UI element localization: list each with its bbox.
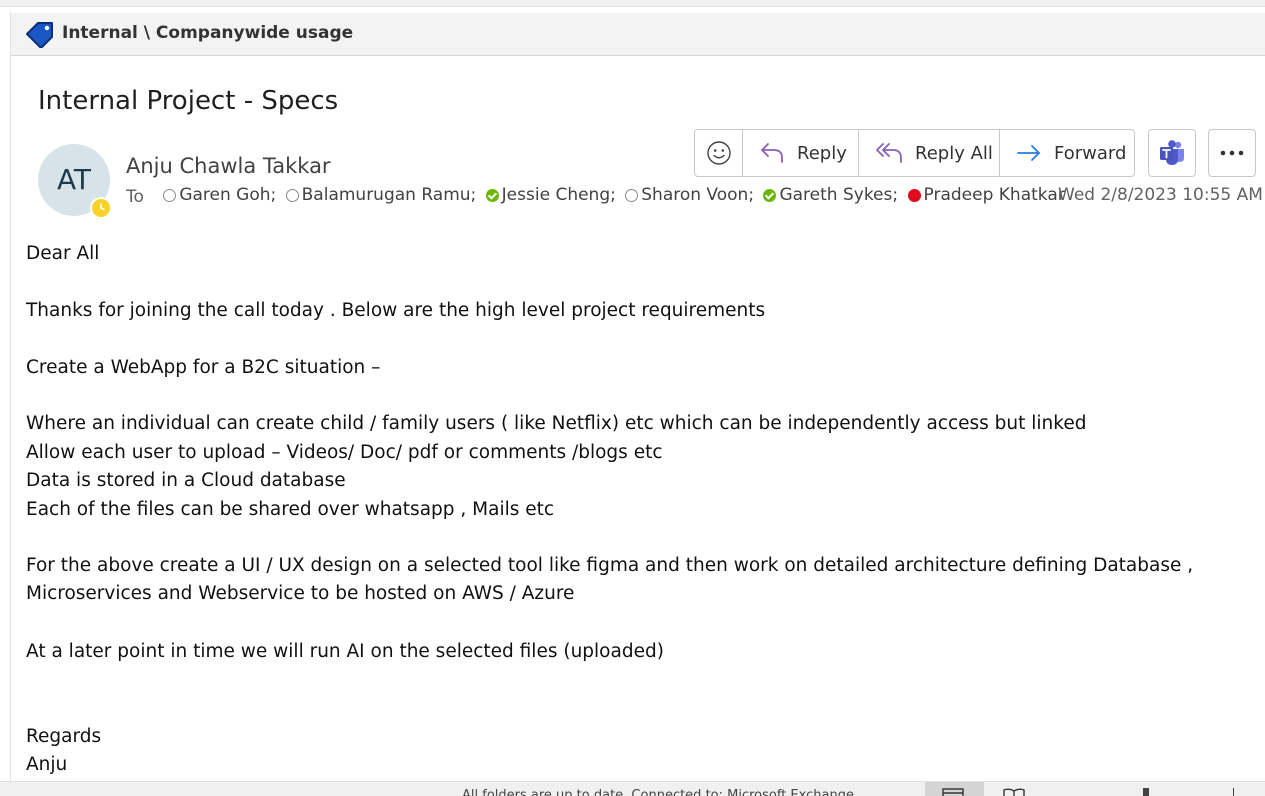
presence-available-icon [763,188,777,202]
body-line: Where an individual can create child / f… [26,413,1087,434]
recipient-name: Gareth Sykes; [779,185,899,205]
presence-offline-icon [285,188,299,202]
presence-busy-icon [907,188,921,202]
tag-icon [26,22,53,48]
body-signature: Anju [26,754,68,775]
body-line: At a later point in time we will run AI … [26,641,664,662]
message-subject: Internal Project - Specs [38,86,339,116]
presence-offline-icon [163,188,177,202]
reply-all-label: Reply All [915,142,993,164]
reply-icon [761,143,783,163]
teams-icon [1160,140,1184,165]
body-line: Create a WebApp for a B2C situation – [26,357,381,378]
recipient-name: Garen Goh; [179,185,277,205]
recipient-name: Sharon Voon; [641,185,755,205]
to-label: To [126,186,144,207]
recipient[interactable]: Gareth Sykes; [763,185,898,205]
sender-name[interactable]: Anju Chawla Takkar [126,154,331,178]
presence-available-icon [485,188,499,202]
emoji-reaction-button[interactable] [695,130,743,176]
teams-chat-button[interactable] [1148,129,1196,177]
sensitivity-label-bar[interactable]: Internal \ Companywide usage [11,13,1265,56]
window-top-border [0,0,1265,7]
smiley-icon [706,141,731,165]
status-bar: All folders are up to date. Connected to… [0,781,1265,796]
recipient[interactable]: Jessie Cheng; [485,185,616,205]
recipient-name: Pradeep Khatkar [923,185,1065,205]
recipient[interactable]: Sharon Voon; [625,185,754,205]
more-icon [1220,150,1244,156]
body-line: Allow each user to upload – Videos/ Doc/… [26,442,663,463]
sender-presence-away-icon [90,197,112,219]
recipient[interactable]: Balamurugan Ramu; [285,185,477,205]
reply-all-icon [876,143,902,163]
forward-label: Forward [1054,142,1127,164]
recipient-name: Balamurugan Ramu; [301,185,477,205]
body-line: Microservices and Webservice to be hoste… [26,583,575,604]
presence-offline-icon [625,188,639,202]
clock-icon [100,203,105,211]
sensitivity-label-text: Internal \ Companywide usage [62,23,354,43]
body-line: Each of the files can be shared over wha… [26,499,555,520]
forward-button[interactable]: Forward [1000,130,1134,176]
more-actions-button[interactable] [1208,129,1256,177]
body-line: Data is stored in a Cloud database [26,470,346,491]
body-greeting: Dear All [26,243,100,264]
message-actions-group: Reply Reply All Forward [694,129,1135,177]
message-date: Wed 2/8/2023 10:55 AM [1058,185,1263,205]
forward-arrow-icon [1017,145,1040,161]
normal-view-button[interactable] [925,782,984,796]
reply-label: Reply [797,142,847,164]
body-line: For the above create a UI / UX design on… [26,555,1194,576]
recipient[interactable]: Pradeep Khatkar [907,185,1065,205]
body-signoff: Regards [26,726,102,747]
pane-left-border [10,12,11,782]
recipient[interactable]: Garen Goh; [163,185,276,205]
reply-all-button[interactable]: Reply All [859,130,1000,176]
reply-button[interactable]: Reply [743,130,859,176]
recipient-name: Jessie Cheng; [501,185,616,205]
recipients-row: To Garen Goh; Balamurugan Ramu; Jessie C… [126,185,1069,207]
body-line: Thanks for joining the call today . Belo… [26,300,766,321]
